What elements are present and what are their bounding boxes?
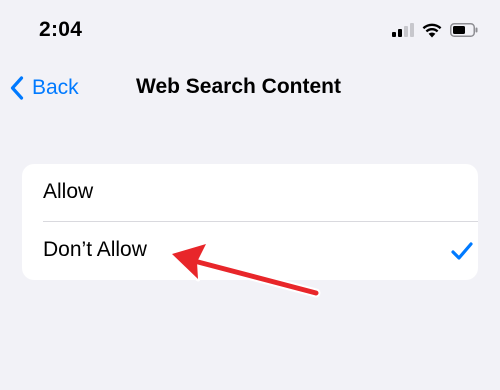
back-label: Back (32, 76, 79, 99)
options-list: Allow Don’t Allow (22, 164, 478, 280)
status-icons (392, 21, 478, 39)
chevron-left-icon (10, 76, 24, 100)
wifi-icon (422, 23, 442, 37)
status-bar: 2:04 (0, 0, 500, 60)
checkmark-icon (451, 242, 473, 260)
option-label: Don’t Allow (43, 238, 147, 261)
option-label: Allow (43, 180, 94, 203)
option-dont-allow[interactable]: Don’t Allow (22, 222, 478, 280)
navigation-bar: Back Web Search Content (0, 62, 500, 114)
settings-screen: 2:04 Back Web Search Content Allow Don’t… (0, 0, 500, 390)
status-time: 2:04 (39, 18, 83, 41)
option-allow[interactable]: Allow (22, 164, 478, 222)
battery-icon (450, 23, 478, 37)
cellular-signal-icon (392, 23, 414, 37)
back-button[interactable]: Back (10, 72, 79, 104)
page-title: Web Search Content (136, 75, 341, 98)
